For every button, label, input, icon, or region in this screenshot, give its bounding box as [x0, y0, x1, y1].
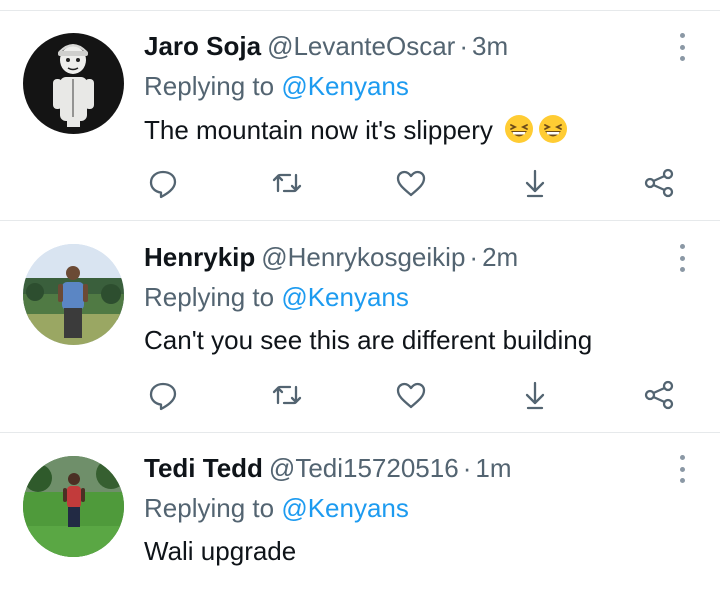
tweet-text: The mountain now it's slippery: [144, 112, 568, 148]
user-handle[interactable]: @LevanteOscar: [267, 31, 455, 61]
grinning-squinting-face-emoji: [504, 114, 534, 144]
tweet-header: Tedi Tedd @Tedi15720516 · 1m: [144, 452, 512, 484]
replying-to-line: Replying to @Kenyans: [144, 492, 409, 524]
display-name[interactable]: Henrykip: [144, 242, 255, 272]
tweet-text: Can't you see this are different buildin…: [144, 322, 592, 358]
share-icon[interactable]: [642, 166, 676, 200]
mention-link[interactable]: @Kenyans: [281, 493, 409, 523]
display-name[interactable]: Jaro Soja: [144, 31, 261, 61]
mention-link[interactable]: @Kenyans: [281, 71, 409, 101]
man-on-lawn-avatar: [23, 456, 124, 557]
tweet-text: Wali upgrade: [144, 533, 296, 569]
cartoon-boy-avatar: [23, 33, 124, 134]
replying-to-label: Replying to: [144, 282, 275, 312]
replying-to-line: Replying to @Kenyans: [144, 281, 409, 313]
timestamp[interactable]: 2m: [482, 242, 518, 272]
download-icon[interactable]: [518, 378, 552, 412]
reply-icon[interactable]: [146, 378, 180, 412]
reply-icon[interactable]: [146, 166, 180, 200]
avatar[interactable]: [23, 33, 124, 134]
tweet-text-content: The mountain now it's slippery: [144, 115, 493, 145]
like-icon[interactable]: [394, 166, 428, 200]
tweet-divider: [0, 220, 720, 221]
more-options-icon[interactable]: [676, 455, 688, 483]
tweet-divider: [0, 432, 720, 433]
grinning-squinting-face-emoji: [538, 114, 568, 144]
tweet-text-content: Wali upgrade: [144, 536, 297, 566]
separator-dot: ·: [462, 453, 472, 483]
tweet-text-content: Can't you see this are different buildin…: [144, 325, 593, 355]
more-options-icon[interactable]: [676, 244, 688, 272]
replying-to-label: Replying to: [144, 493, 275, 523]
avatar[interactable]: [23, 456, 124, 557]
tweet-header: Jaro Soja @LevanteOscar · 3m: [144, 30, 508, 62]
tweet-header: Henrykip @Henrykosgeikip · 2m: [144, 241, 518, 273]
more-options-icon[interactable]: [676, 33, 688, 61]
separator-dot: ·: [459, 31, 468, 61]
man-in-field-avatar: [23, 244, 124, 345]
tweet-actions: [0, 378, 720, 412]
mention-link[interactable]: @Kenyans: [281, 282, 409, 312]
top-divider: [0, 10, 720, 11]
user-handle[interactable]: @Tedi15720516: [269, 453, 459, 483]
timestamp[interactable]: 1m: [475, 453, 511, 483]
replying-to-label: Replying to: [144, 71, 275, 101]
share-icon[interactable]: [642, 378, 676, 412]
like-icon[interactable]: [394, 378, 428, 412]
display-name[interactable]: Tedi Tedd: [144, 453, 263, 483]
replying-to-line: Replying to @Kenyans: [144, 70, 409, 102]
tweet-actions: [0, 166, 720, 200]
retweet-icon[interactable]: [270, 378, 304, 412]
separator-dot: ·: [469, 242, 479, 272]
timestamp[interactable]: 3m: [472, 31, 508, 61]
avatar[interactable]: [23, 244, 124, 345]
download-icon[interactable]: [518, 166, 552, 200]
user-handle[interactable]: @Henrykosgeikip: [261, 242, 465, 272]
retweet-icon[interactable]: [270, 166, 304, 200]
